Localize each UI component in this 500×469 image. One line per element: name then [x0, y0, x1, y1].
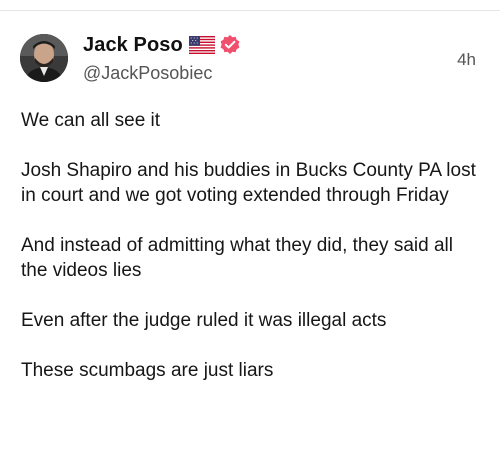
post-timestamp[interactable]: 4h [457, 50, 476, 70]
post-paragraph: And instead of admitting what they did, … [21, 235, 453, 281]
post-card: Jack Poso @JackPosobiec 4h We can all se… [0, 0, 500, 469]
author-name-row: Jack Poso [83, 31, 241, 59]
us-flag-icon [188, 35, 216, 55]
profile-photo-icon [20, 34, 68, 82]
author-display-name[interactable]: Jack Poso [83, 34, 183, 57]
post-paragraph: We can all see it [21, 110, 161, 131]
verified-icon [219, 34, 241, 56]
top-divider [0, 10, 500, 11]
post-paragraph: These scumbags are just liars [21, 360, 274, 381]
post-paragraph: Josh Shapiro and his buddies in Bucks Co… [21, 160, 476, 206]
author-handle[interactable]: @JackPosobiec [83, 63, 212, 84]
post-body: We can all see it Josh Shapiro and his b… [21, 108, 481, 408]
avatar[interactable] [20, 34, 68, 82]
post-paragraph: Even after the judge ruled it was illega… [21, 310, 387, 331]
